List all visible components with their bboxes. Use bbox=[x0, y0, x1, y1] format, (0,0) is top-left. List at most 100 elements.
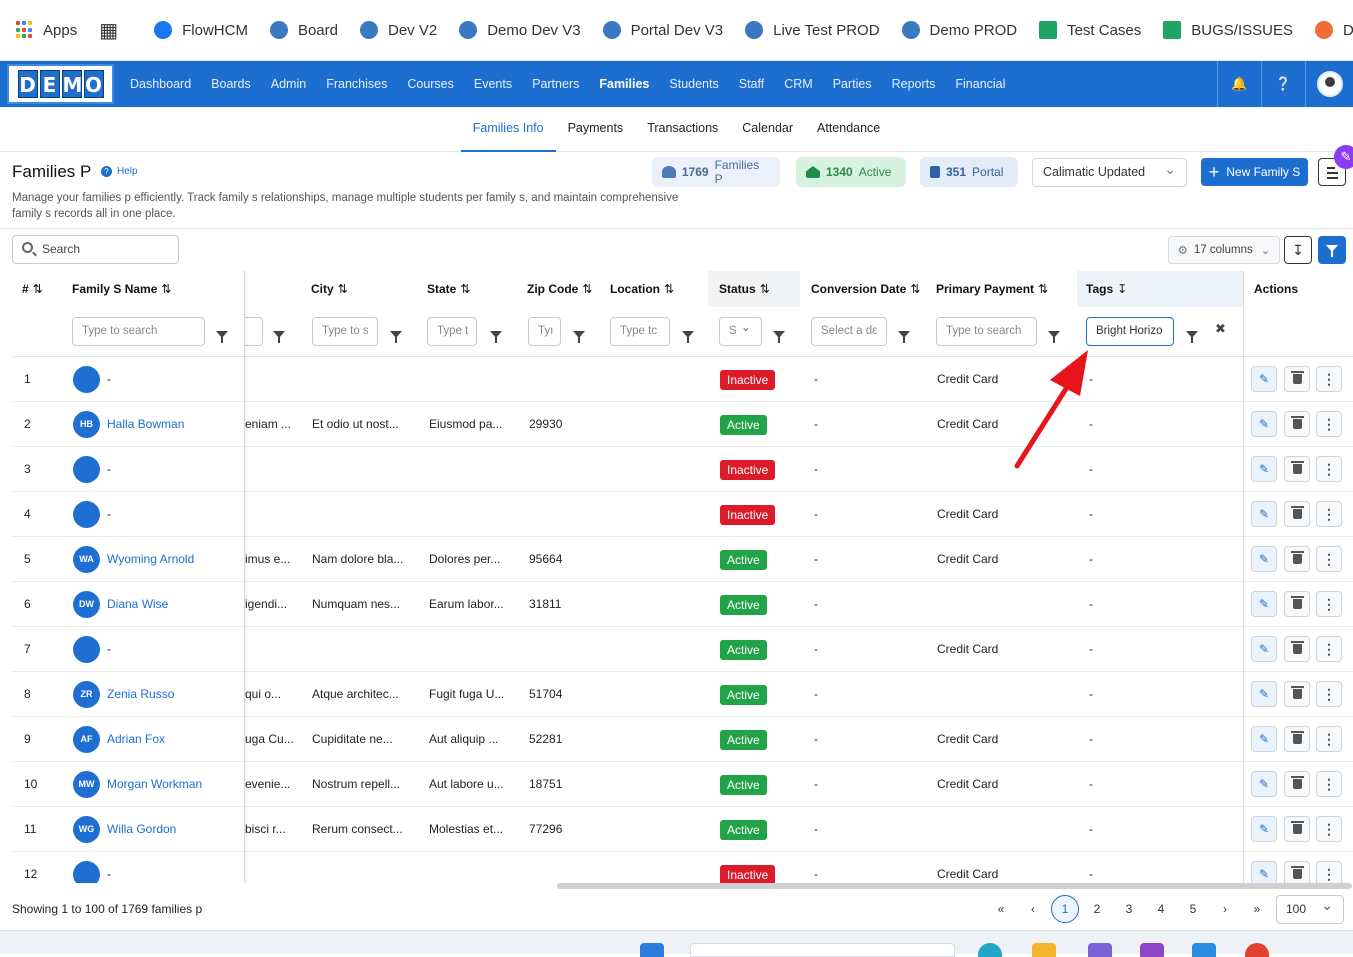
edit-icon[interactable]: ✎ bbox=[1251, 591, 1277, 617]
filter-tags-input[interactable]: Bright Horizo bbox=[1086, 317, 1174, 346]
pen-icon[interactable]: ✎ bbox=[1334, 145, 1353, 169]
clear-filter-icon[interactable]: ✖ bbox=[1215, 321, 1226, 337]
table-row[interactable]: 8 ZR Zenia Russo qui o... Atque architec... F… bbox=[12, 672, 1353, 717]
more-options-icon[interactable]: ⋮ bbox=[1316, 366, 1342, 392]
bookmark-item[interactable]: Test Cases bbox=[1039, 21, 1141, 39]
more-options-icon[interactable]: ⋮ bbox=[1316, 591, 1342, 617]
avatar[interactable]: WA bbox=[73, 546, 100, 573]
col-header-name[interactable]: Family S Name ⇅ bbox=[72, 271, 171, 307]
table-row[interactable]: 2 HB Halla Bowman eniam ... Et odio ut nost.… bbox=[12, 402, 1353, 447]
family-name-link[interactable]: - bbox=[107, 447, 111, 492]
filter-toggle-button[interactable] bbox=[1318, 236, 1346, 264]
edit-icon[interactable]: ✎ bbox=[1251, 861, 1277, 883]
table-row[interactable]: 6 DW Diana Wise igendi... Numquam nes... Earu… bbox=[12, 582, 1353, 627]
edit-icon[interactable]: ✎ bbox=[1251, 771, 1277, 797]
nav-item-crm[interactable]: CRM bbox=[784, 77, 812, 91]
trash-icon[interactable] bbox=[1284, 771, 1310, 797]
page-3[interactable]: 3 bbox=[1113, 902, 1145, 916]
funnel-icon[interactable] bbox=[773, 325, 785, 343]
table-row[interactable]: 12 - Inactive - Credit Card - ✎ ⋮ bbox=[12, 852, 1353, 883]
more-options-icon[interactable]: ⋮ bbox=[1316, 456, 1342, 482]
edge-browser-icon[interactable] bbox=[978, 943, 1002, 957]
avatar[interactable]: ZR bbox=[73, 681, 100, 708]
filter-prev-input[interactable] bbox=[245, 317, 263, 346]
edit-icon[interactable]: ✎ bbox=[1251, 411, 1277, 437]
family-name-link[interactable]: - bbox=[107, 357, 111, 402]
help-link[interactable]: ? Help bbox=[101, 166, 138, 177]
col-header-payment[interactable]: Primary Payment ⇅ bbox=[936, 271, 1048, 307]
next-page-icon[interactable]: › bbox=[1209, 902, 1241, 916]
nav-item-students[interactable]: Students bbox=[669, 77, 718, 91]
nav-item-parties[interactable]: Parties bbox=[833, 77, 872, 91]
more-options-icon[interactable]: ⋮ bbox=[1316, 636, 1342, 662]
more-options-icon[interactable]: ⋮ bbox=[1316, 546, 1342, 572]
table-row[interactable]: 10 MW Morgan Workman evenie... Nostrum repel… bbox=[12, 762, 1353, 807]
teams-icon[interactable] bbox=[1088, 943, 1112, 957]
page-2[interactable]: 2 bbox=[1081, 902, 1113, 916]
col-header-zip[interactable]: Zip Code ⇅ bbox=[527, 271, 592, 307]
bookmark-item[interactable]: BUGS/ISSUES bbox=[1163, 21, 1293, 39]
family-name-link[interactable]: Adrian Fox bbox=[107, 717, 165, 762]
bookmark-item[interactable]: Dev V2 bbox=[359, 21, 437, 39]
bookmark-item[interactable]: Devenv - C bbox=[1314, 21, 1353, 39]
trash-icon[interactable] bbox=[1284, 636, 1310, 662]
bookmark-item[interactable]: Demo Dev V3 bbox=[459, 21, 581, 39]
table-row[interactable]: 7 - Active - Credit Card - ✎ ⋮ bbox=[12, 627, 1353, 672]
file-explorer-icon[interactable] bbox=[1032, 943, 1056, 957]
edit-icon[interactable]: ✎ bbox=[1251, 681, 1277, 707]
more-options-icon[interactable]: ⋮ bbox=[1316, 501, 1342, 527]
nav-item-financial[interactable]: Financial bbox=[955, 77, 1005, 91]
trash-icon[interactable] bbox=[1284, 726, 1310, 752]
nav-item-staff[interactable]: Staff bbox=[739, 77, 764, 91]
nav-item-admin[interactable]: Admin bbox=[271, 77, 306, 91]
prev-page-icon[interactable]: ‹ bbox=[1017, 902, 1049, 916]
nav-item-partners[interactable]: Partners bbox=[532, 77, 579, 91]
filter-zip-input[interactable]: Tyı bbox=[528, 317, 561, 346]
family-name-link[interactable]: Willa Gordon bbox=[107, 807, 176, 852]
table-row[interactable]: 1 - Inactive - Credit Card - ✎ ⋮ bbox=[12, 357, 1353, 402]
family-name-link[interactable]: Halla Bowman bbox=[107, 402, 184, 447]
view-select[interactable]: Calimatic Updated bbox=[1032, 156, 1187, 187]
edit-icon[interactable]: ✎ bbox=[1251, 501, 1277, 527]
table-row[interactable]: 4 - Inactive - Credit Card - ✎ ⋮ bbox=[12, 492, 1353, 537]
trash-icon[interactable] bbox=[1284, 411, 1310, 437]
more-options-icon[interactable]: ⋮ bbox=[1316, 411, 1342, 437]
more-options-icon[interactable]: ⋮ bbox=[1316, 681, 1342, 707]
tab-calendar[interactable]: Calendar bbox=[730, 107, 805, 152]
filter-payment-input[interactable]: Type to search bbox=[936, 317, 1037, 346]
nav-item-events[interactable]: Events bbox=[474, 77, 512, 91]
bookmark-item[interactable]: Portal Dev V3 bbox=[602, 21, 723, 39]
demo-logo[interactable]: DEMO bbox=[7, 64, 114, 104]
columns-button[interactable]: ⚙ 17 columns ⌄ bbox=[1168, 236, 1280, 264]
avatar[interactable]: MW bbox=[73, 771, 100, 798]
trash-icon[interactable] bbox=[1284, 861, 1310, 883]
windows-start-icon[interactable] bbox=[640, 943, 664, 957]
stat-active-families[interactable]: 1340 Active bbox=[796, 157, 906, 187]
table-row[interactable]: 5 WA Wyoming Arnold imus e... Nam dolore bla… bbox=[12, 537, 1353, 582]
edit-icon[interactable]: ✎ bbox=[1251, 546, 1277, 572]
taskbar-search-icon[interactable] bbox=[690, 943, 955, 957]
filter-city-input[interactable]: Type to s bbox=[312, 317, 378, 346]
chrome-icon[interactable] bbox=[1245, 943, 1269, 957]
nav-item-franchises[interactable]: Franchises bbox=[326, 77, 387, 91]
family-name-link[interactable]: Zenia Russo bbox=[107, 672, 174, 717]
trash-icon[interactable] bbox=[1284, 816, 1310, 842]
new-family-button[interactable]: + New Family S bbox=[1201, 158, 1308, 186]
trash-icon[interactable] bbox=[1284, 546, 1310, 572]
avatar[interactable] bbox=[73, 366, 100, 393]
avatar[interactable]: DW bbox=[73, 591, 100, 618]
tab-families-info[interactable]: Families Info bbox=[460, 107, 556, 152]
col-header-city[interactable]: City ⇅ bbox=[311, 271, 348, 307]
bookmark-item[interactable]: Demo PROD bbox=[901, 21, 1017, 39]
col-header-conversion[interactable]: Conversion Date ⇅ bbox=[811, 271, 920, 307]
download-icon[interactable]: ↧ bbox=[1284, 236, 1312, 264]
avatar[interactable]: AF bbox=[73, 726, 100, 753]
nav-item-reports[interactable]: Reports bbox=[892, 77, 936, 91]
family-name-link[interactable]: - bbox=[107, 852, 111, 883]
page-5[interactable]: 5 bbox=[1177, 902, 1209, 916]
search-input[interactable]: Search bbox=[12, 235, 179, 264]
bell-icon[interactable]: 🔔 bbox=[1217, 61, 1261, 107]
family-name-link[interactable]: Morgan Workman bbox=[107, 762, 202, 807]
funnel-icon[interactable] bbox=[1048, 325, 1060, 343]
more-options-icon[interactable]: ⋮ bbox=[1316, 816, 1342, 842]
